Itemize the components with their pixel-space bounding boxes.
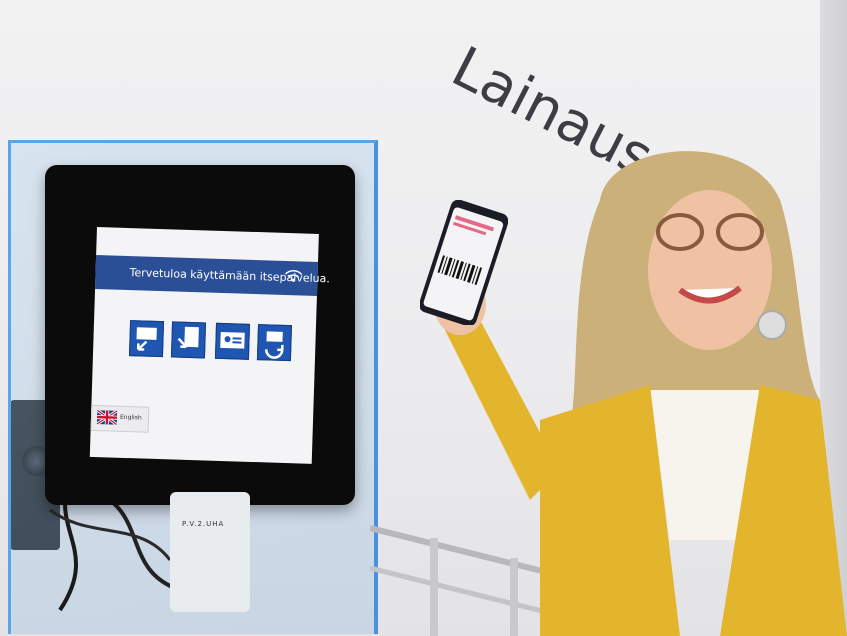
card-reader-label: P.V.2.UHA (182, 520, 225, 528)
smartphone (420, 200, 508, 325)
language-button[interactable]: English (90, 404, 150, 433)
uk-flag-icon (96, 410, 118, 425)
lend-icon[interactable] (128, 320, 165, 358)
kiosk-screen[interactable]: Tervetuloa käyttämään itsepalvelua. Engl… (89, 227, 330, 464)
card-reader: P.V.2.UHA (170, 492, 250, 612)
renew-icon[interactable] (256, 324, 293, 362)
kiosk-icon-row (128, 320, 300, 367)
photo-scene: Lainaus Tervetuloa käyttämään itsepalvel… (0, 0, 847, 636)
wifi-icon (285, 270, 303, 282)
account-icon[interactable] (214, 322, 251, 360)
language-button-label: English (119, 413, 142, 422)
return-icon[interactable] (170, 321, 207, 359)
